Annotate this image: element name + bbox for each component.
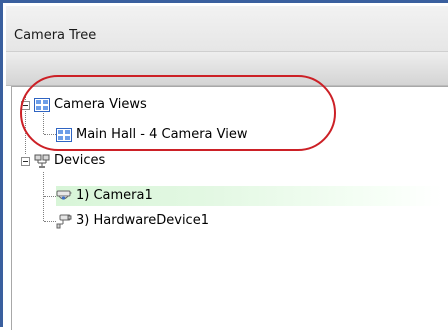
camera-tree[interactable]: Camera Views Main Hall - 4 Camera View D… (11, 86, 448, 330)
tree-node-label: Devices (54, 153, 106, 168)
camera-views-collapse-toggle[interactable] (21, 101, 30, 110)
camera-tree-window: Camera Tree Camera Views Main Hall - 4 C… (0, 0, 448, 330)
panel-title: Camera Tree (14, 28, 97, 43)
tree-connector (44, 221, 56, 222)
panel-header: Camera Tree (6, 6, 448, 52)
tree-node-camera-views[interactable]: Camera Views (34, 95, 147, 115)
tree-node-label: 3) HardwareDevice1 (76, 213, 209, 228)
tree-connector (43, 113, 44, 134)
tree-node-label: 1) Camera1 (76, 188, 153, 203)
dome-camera-icon (56, 190, 72, 200)
tree-node-label: Main Hall - 4 Camera View (76, 127, 248, 142)
tree-node-main-hall-view[interactable]: Main Hall - 4 Camera View (56, 125, 248, 145)
tree-connector (44, 196, 56, 197)
grid-view-icon (56, 128, 72, 142)
tree-connector (44, 134, 56, 135)
devices-collapse-toggle[interactable] (21, 157, 30, 166)
tree-node-hardware-device1[interactable]: 3) HardwareDevice1 (56, 211, 209, 231)
grid-view-icon (34, 98, 50, 112)
network-devices-icon (34, 154, 50, 168)
panel-toolbar (6, 52, 448, 86)
tree-node-label: Camera Views (54, 97, 147, 112)
tree-node-camera1[interactable]: 1) Camera1 (56, 186, 442, 206)
box-camera-icon (56, 214, 72, 229)
tree-node-devices[interactable]: Devices (34, 151, 105, 171)
